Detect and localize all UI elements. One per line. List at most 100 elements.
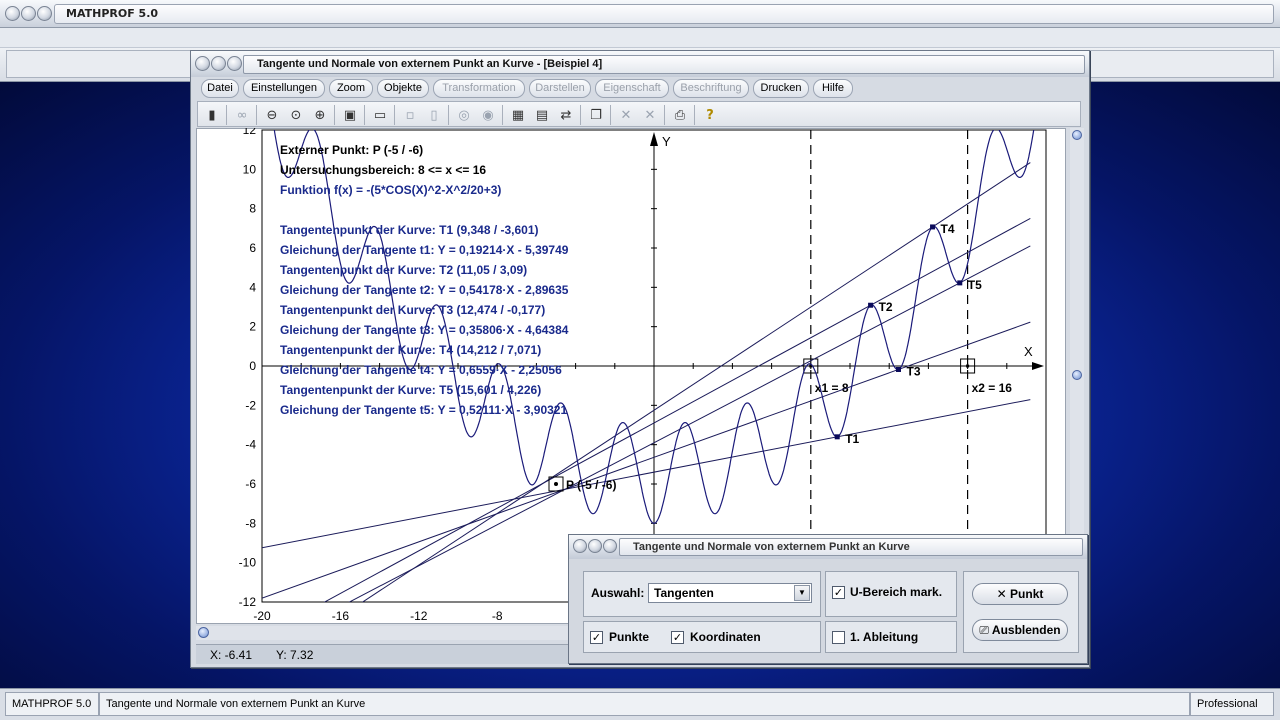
export-icon[interactable]: ⇄ bbox=[556, 105, 576, 125]
info-line: Gleichung der Tangente t3: Y = 0,35806·X… bbox=[280, 323, 569, 337]
button-panel: ✕ Punkt ⎚ Ausblenden bbox=[963, 571, 1079, 653]
x-tick-label: -20 bbox=[253, 609, 271, 623]
y-tick-label: -4 bbox=[245, 438, 256, 452]
menu-datei[interactable]: Datei bbox=[201, 79, 239, 98]
copy-icon[interactable]: ❐ bbox=[586, 105, 606, 125]
ausblenden-button-label: Ausblenden bbox=[991, 623, 1061, 637]
window-title: Tangente und Normale von externem Punkt … bbox=[257, 58, 603, 70]
window-close-icon[interactable] bbox=[227, 56, 242, 71]
menu-einstellungen[interactable]: Einstellungen bbox=[243, 79, 325, 98]
maximize-icon[interactable] bbox=[37, 6, 52, 21]
tangent-dialog: Tangente und Normale von externem Punkt … bbox=[568, 534, 1088, 664]
info-line: Funktion f(x) = -(5*COS(X)^2-X^2/20+3) bbox=[280, 183, 502, 197]
table-icon[interactable]: ▦ bbox=[508, 105, 528, 125]
menu-zoom[interactable]: Zoom bbox=[329, 79, 373, 98]
properties-icon[interactable]: ▣ bbox=[340, 105, 360, 125]
koordinaten-checkbox[interactable]: ✓ bbox=[671, 631, 684, 644]
info-line: Gleichung der Tangente t4: Y = 0,6559·X … bbox=[280, 363, 562, 377]
cross-icon: ✕ bbox=[996, 587, 1007, 601]
info-line: Tangentenpunkt der Kurve: T3 (12,474 / -… bbox=[280, 303, 546, 317]
info-line: Untersuchungsbereich: 8 <= x <= 16 bbox=[280, 163, 487, 177]
glasses-icon[interactable]: ∞ bbox=[232, 105, 252, 125]
punkte-label: Punkte bbox=[609, 630, 650, 644]
coord-y: Y: 7.32 bbox=[276, 648, 314, 662]
punkte-checkbox[interactable]: ✓ bbox=[590, 631, 603, 644]
tangent-point-label: T2 bbox=[879, 300, 893, 314]
tangent-point-label: T5 bbox=[968, 278, 982, 292]
hide-icon: ⎚ bbox=[979, 623, 990, 637]
frame-icon[interactable]: ▫ bbox=[400, 105, 420, 125]
scroll-thumb[interactable] bbox=[1072, 370, 1082, 380]
x-axis-label: X bbox=[1024, 344, 1033, 359]
window-minimize-icon[interactable] bbox=[211, 56, 226, 71]
app-title: MATHPROF 5.0 bbox=[66, 7, 159, 20]
app-menubar bbox=[0, 28, 1280, 48]
y-tick-label: 0 bbox=[249, 359, 256, 373]
menu-drucken[interactable]: Drucken bbox=[753, 79, 809, 98]
title-groove bbox=[54, 4, 1274, 24]
horizontal-scrollbar[interactable] bbox=[196, 626, 571, 640]
x-tick-label: -12 bbox=[410, 609, 428, 623]
u-bereich-checkbox[interactable]: ✓ bbox=[832, 586, 845, 599]
dialog-minimize-icon[interactable] bbox=[588, 539, 602, 553]
cross-icon[interactable]: ✕ bbox=[616, 105, 636, 125]
compass-icon[interactable]: ◎ bbox=[454, 105, 474, 125]
info-line: Gleichung der Tangente t1: Y = 0,19214·X… bbox=[280, 243, 569, 257]
window-icon[interactable]: ▭ bbox=[370, 105, 390, 125]
x-tick-label: -8 bbox=[492, 609, 503, 623]
range-marker-dot bbox=[966, 364, 970, 368]
frame2-icon[interactable]: ▯ bbox=[424, 105, 444, 125]
cross2-icon[interactable]: ✕ bbox=[640, 105, 660, 125]
zoom-in-icon[interactable]: ⊕ bbox=[310, 105, 330, 125]
print-icon[interactable]: ⎙ bbox=[670, 105, 690, 125]
dialog-titlebar: Tangente und Normale von externem Punkt … bbox=[569, 535, 1087, 559]
target-icon[interactable]: ◉ bbox=[478, 105, 498, 125]
y-tick-label: -12 bbox=[239, 595, 257, 609]
zoom-out-icon[interactable]: ⊖ bbox=[262, 105, 282, 125]
u-bereich-label: U-Bereich mark. bbox=[850, 585, 943, 599]
ableitung-checkbox[interactable] bbox=[832, 631, 845, 644]
scroll-up-knob[interactable] bbox=[1072, 130, 1082, 140]
coord-x: X: -6.41 bbox=[210, 648, 253, 662]
menu-transformation[interactable]: Transformation bbox=[433, 79, 525, 98]
zoom-icon[interactable]: ⊙ bbox=[286, 105, 306, 125]
info-line: Externer Punkt: P (-5 / -6) bbox=[280, 143, 424, 157]
y-axis-arrow bbox=[650, 132, 658, 146]
ableitung-panel: 1. Ableitung bbox=[825, 621, 957, 653]
y-tick-label: -8 bbox=[245, 516, 256, 530]
x-axis-arrow bbox=[1032, 362, 1044, 370]
x-tick-label: -16 bbox=[332, 609, 350, 623]
menu-beschriftung[interactable]: Beschriftung bbox=[673, 79, 749, 98]
minimize-icon[interactable] bbox=[21, 6, 36, 21]
info-line: Tangentenpunkt der Kurve: T5 (15,601 / 4… bbox=[280, 383, 542, 397]
help-icon[interactable]: ? bbox=[700, 105, 720, 125]
status-module: Tangente und Normale von externem Punkt … bbox=[99, 692, 1190, 716]
x2-label: x2 = 16 bbox=[972, 381, 1013, 395]
calculator-icon[interactable]: ▮ bbox=[202, 105, 222, 125]
y-tick-label: 4 bbox=[249, 280, 256, 294]
image-icon[interactable]: ▤ bbox=[532, 105, 552, 125]
hscroll-knob[interactable] bbox=[198, 627, 209, 638]
ausblenden-button[interactable]: ⎚ Ausblenden bbox=[972, 619, 1068, 641]
u-bereich-panel: ✓ U-Bereich mark. bbox=[825, 571, 957, 617]
dropdown-arrow-icon[interactable]: ▼ bbox=[794, 585, 810, 601]
punkt-button-label: Punkt bbox=[1010, 587, 1044, 601]
status-app: MATHPROF 5.0 bbox=[5, 692, 99, 716]
dialog-system-icon[interactable] bbox=[573, 539, 587, 553]
auswahl-select[interactable]: Tangenten ▼ bbox=[648, 583, 812, 603]
system-menu-icon[interactable] bbox=[5, 6, 20, 21]
menu-eigenschaft[interactable]: Eigenschaft bbox=[595, 79, 669, 98]
window-titlebar: Tangente und Normale von externem Punkt … bbox=[191, 51, 1089, 77]
point-p-label: P (-5 / -6) bbox=[566, 478, 616, 492]
menu-darstellen[interactable]: Darstellen bbox=[529, 79, 591, 98]
menu-objekte[interactable]: Objekte bbox=[377, 79, 429, 98]
auswahl-value: Tangenten bbox=[654, 586, 714, 600]
dialog-close-icon[interactable] bbox=[603, 539, 617, 553]
window-system-icon[interactable] bbox=[195, 56, 210, 71]
menu-hilfe[interactable]: Hilfe bbox=[813, 79, 853, 98]
punkt-button[interactable]: ✕ Punkt bbox=[972, 583, 1068, 605]
coordinate-bar: X: -6.41 Y: 7.32 bbox=[196, 644, 571, 664]
y-tick-label: -2 bbox=[245, 398, 256, 412]
tangent-point-label: T3 bbox=[906, 364, 920, 378]
tangent-line bbox=[262, 399, 1031, 549]
